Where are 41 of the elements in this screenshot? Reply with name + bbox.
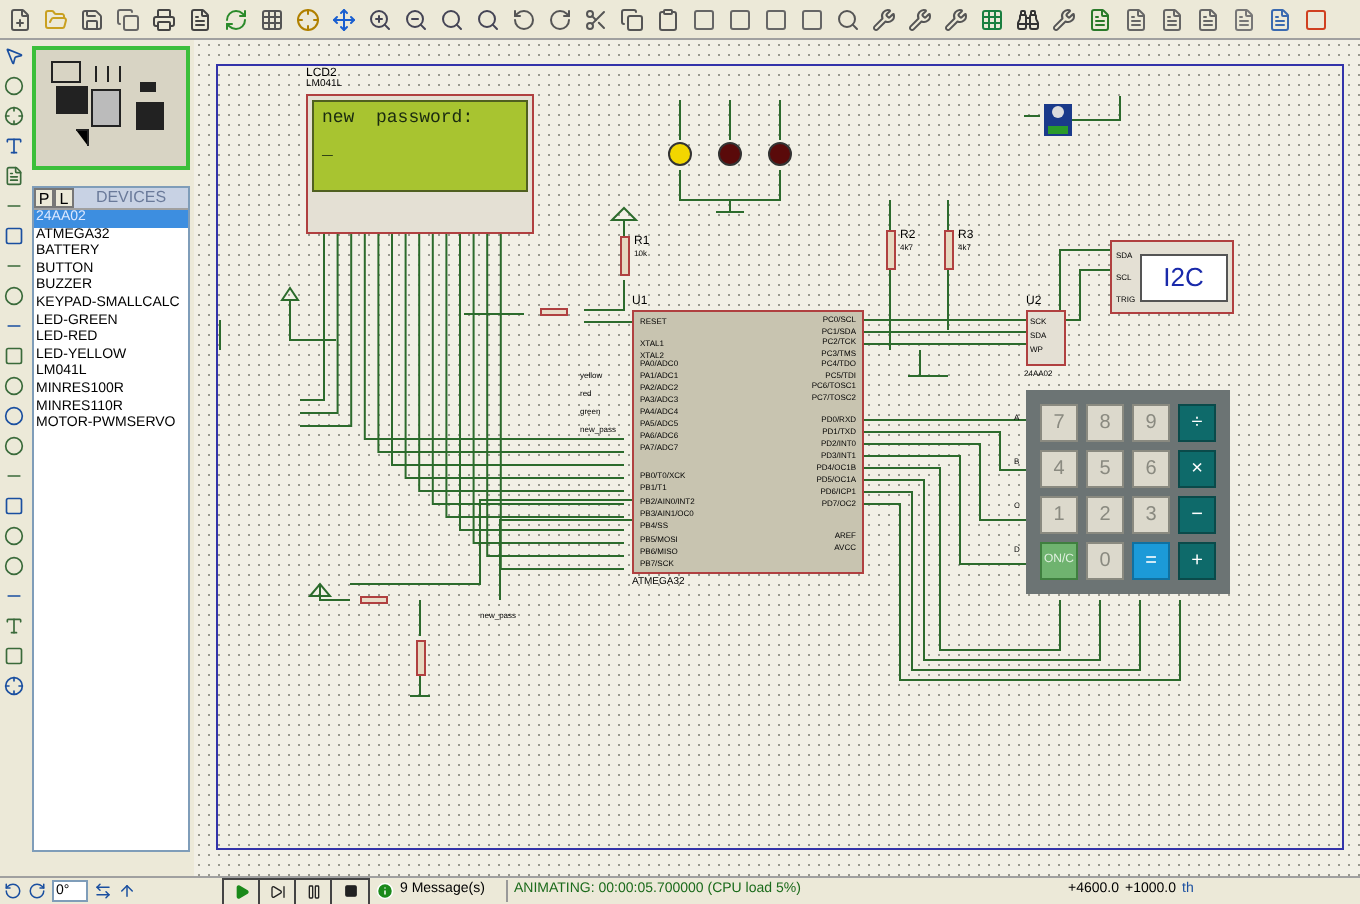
pointer-icon[interactable] [2,44,26,68]
step-icon [269,883,285,899]
motor-drawing [1044,104,1072,136]
box-icon[interactable] [2,494,26,518]
lcd-text: _ [322,140,335,160]
keypad-key[interactable]: + [1178,542,1216,580]
keypad-key[interactable]: × [1178,450,1216,488]
resistor [944,230,954,270]
keypad-key[interactable]: ÷ [1178,404,1216,442]
crosshair-icon[interactable] [292,3,324,35]
mirror-vertical-icon[interactable] [118,882,136,900]
resistor [886,230,896,270]
lcd-text: new password: [322,108,476,128]
stop-icon [343,884,357,898]
pages-icon[interactable] [112,3,144,35]
arc-icon[interactable] [2,554,26,578]
info-icon [376,882,394,900]
panel-tab[interactable]: L [54,188,74,208]
move-icon[interactable] [328,3,360,35]
label-icon[interactable] [2,134,26,158]
panel-tab[interactable]: P [34,188,54,208]
copy-icon[interactable] [616,3,648,35]
push-button [540,308,568,316]
mirror-horizontal-icon[interactable] [94,882,112,900]
tool-icon[interactable] [940,3,972,35]
push-button [360,596,388,604]
pause-icon [305,883,321,899]
tool-icon[interactable] [904,3,936,35]
overview-panel[interactable] [32,46,190,170]
keypad-key[interactable]: − [1178,496,1216,534]
rotate-right-icon[interactable] [28,882,46,900]
tool-icon[interactable] [868,3,900,35]
circle-icon[interactable] [2,524,26,548]
printer-icon[interactable] [148,3,180,35]
play-icon [233,883,249,899]
wrench-icon[interactable] [1048,3,1080,35]
rotate-left-icon[interactable] [4,882,22,900]
bottom-resistor [416,640,426,676]
devices-title: DEVICES [74,188,188,208]
i2c-display: I2C [1139,253,1228,301]
resistor [620,236,630,276]
